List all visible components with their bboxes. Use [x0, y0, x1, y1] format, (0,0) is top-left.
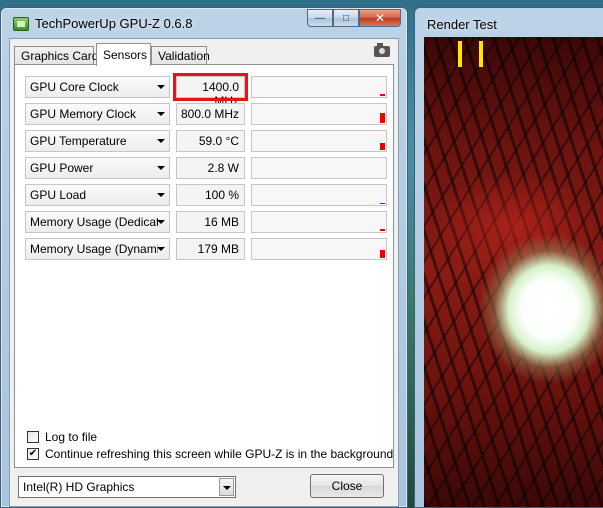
graph-bar	[380, 94, 385, 96]
sensor-label: GPU Load	[30, 188, 87, 202]
sensor-name-dropdown[interactable]: GPU Temperature	[25, 130, 170, 152]
chevron-down-icon	[157, 85, 165, 89]
chevron-down-icon[interactable]	[219, 478, 234, 496]
render-canvas	[424, 37, 603, 507]
sensor-row: GPU Temperature 59.0 °C	[25, 130, 387, 152]
sensor-row: GPU Load 100 %	[25, 184, 387, 206]
sensor-row: Memory Usage (Dedicated) 16 MB	[25, 211, 387, 233]
window-close-button[interactable]: ✕	[359, 9, 401, 27]
graph-bar	[380, 203, 385, 204]
log-to-file-checkbox[interactable]	[27, 431, 39, 443]
render-window-title: Render Test	[427, 17, 497, 32]
chevron-down-icon	[157, 193, 165, 197]
sensor-value: 59.0 °C	[176, 130, 245, 152]
maximize-icon: □	[342, 12, 350, 24]
sensor-label: GPU Memory Clock	[30, 107, 137, 121]
graph-bar	[380, 113, 385, 123]
sensor-name-dropdown[interactable]: GPU Power	[25, 157, 170, 179]
sensor-row: GPU Power 2.8 W	[25, 157, 387, 179]
window-title: TechPowerUp GPU-Z 0.6.8	[35, 16, 193, 31]
sensor-graph	[251, 184, 387, 206]
sensor-graph	[251, 211, 387, 233]
sensor-label: GPU Power	[30, 161, 94, 175]
sensor-name-dropdown[interactable]: GPU Load	[25, 184, 170, 206]
sensor-row: Memory Usage (Dynamic) 179 MB	[25, 238, 387, 260]
sensor-row: GPU Memory Clock 800.0 MHz	[25, 103, 387, 125]
refresh-background-label: Continue refreshing this screen while GP…	[45, 447, 394, 461]
gpuz-window: TechPowerUp GPU-Z 0.6.8 — □ ✕ Graphics C…	[0, 7, 408, 508]
sensor-value: 800.0 MHz	[176, 103, 245, 125]
refresh-background-option[interactable]: ✔ Continue refreshing this screen while …	[27, 447, 393, 463]
sensor-graph	[251, 130, 387, 152]
chevron-down-icon	[157, 247, 165, 251]
tab-graphics-card[interactable]: Graphics Card	[14, 46, 98, 65]
client-area: Graphics Card Sensors Validation GPU Cor…	[9, 38, 399, 507]
camera-icon[interactable]	[374, 43, 390, 57]
refresh-background-checkbox[interactable]: ✔	[27, 448, 39, 460]
sensor-value: 16 MB	[176, 211, 245, 233]
graph-bar	[380, 143, 385, 150]
device-selected-value: Intel(R) HD Graphics	[23, 480, 135, 494]
chevron-down-icon	[157, 166, 165, 170]
sensor-label: Memory Usage (Dynamic)	[30, 242, 158, 256]
close-button[interactable]: Close	[310, 474, 384, 498]
marker-bar	[479, 41, 483, 67]
sensor-value: 100 %	[176, 184, 245, 206]
sensor-graph	[251, 238, 387, 260]
tab-sensors[interactable]: Sensors	[96, 43, 151, 66]
sensor-name-dropdown[interactable]: Memory Usage (Dedicated)	[25, 211, 170, 233]
sensor-label: GPU Core Clock	[30, 80, 119, 94]
sensor-value: 2.8 W	[176, 157, 245, 179]
marker-bar	[458, 41, 462, 67]
gpuz-app-icon	[13, 17, 29, 31]
close-icon: ✕	[374, 11, 386, 25]
sensor-graph	[251, 103, 387, 125]
sensor-name-dropdown[interactable]: GPU Memory Clock	[25, 103, 170, 125]
chevron-down-icon	[157, 112, 165, 116]
tab-validation[interactable]: Validation	[151, 46, 210, 65]
log-to-file-label: Log to file	[45, 430, 98, 444]
sensors-panel: GPU Core Clock 1400.0 MHz GPU Memory Clo…	[14, 64, 394, 468]
chevron-down-icon	[157, 220, 165, 224]
sensor-graph	[251, 157, 387, 179]
render-test-window: Render Test	[414, 7, 603, 508]
graph-bar	[380, 250, 385, 258]
sensor-label: Memory Usage (Dedicated)	[30, 215, 158, 229]
sensor-label: GPU Temperature	[30, 134, 127, 148]
sensor-name-dropdown[interactable]: GPU Core Clock	[25, 76, 170, 98]
sensor-value: 1400.0 MHz	[173, 73, 248, 108]
sensor-name-dropdown[interactable]: Memory Usage (Dynamic)	[25, 238, 170, 260]
chevron-down-icon	[157, 139, 165, 143]
minimize-button[interactable]: —	[307, 9, 333, 27]
maximize-button[interactable]: □	[333, 9, 359, 27]
sensor-row: GPU Core Clock 1400.0 MHz	[25, 73, 387, 108]
device-select[interactable]: Intel(R) HD Graphics	[18, 476, 236, 498]
log-to-file-option[interactable]: Log to file	[27, 430, 227, 446]
minimize-icon: —	[315, 12, 325, 24]
graph-bar	[380, 229, 385, 231]
sensor-graph	[251, 76, 387, 98]
title-bar[interactable]: TechPowerUp GPU-Z 0.6.8 — □ ✕	[1, 8, 407, 38]
caption-buttons: — □ ✕	[307, 9, 401, 27]
sensor-value: 179 MB	[176, 238, 245, 260]
